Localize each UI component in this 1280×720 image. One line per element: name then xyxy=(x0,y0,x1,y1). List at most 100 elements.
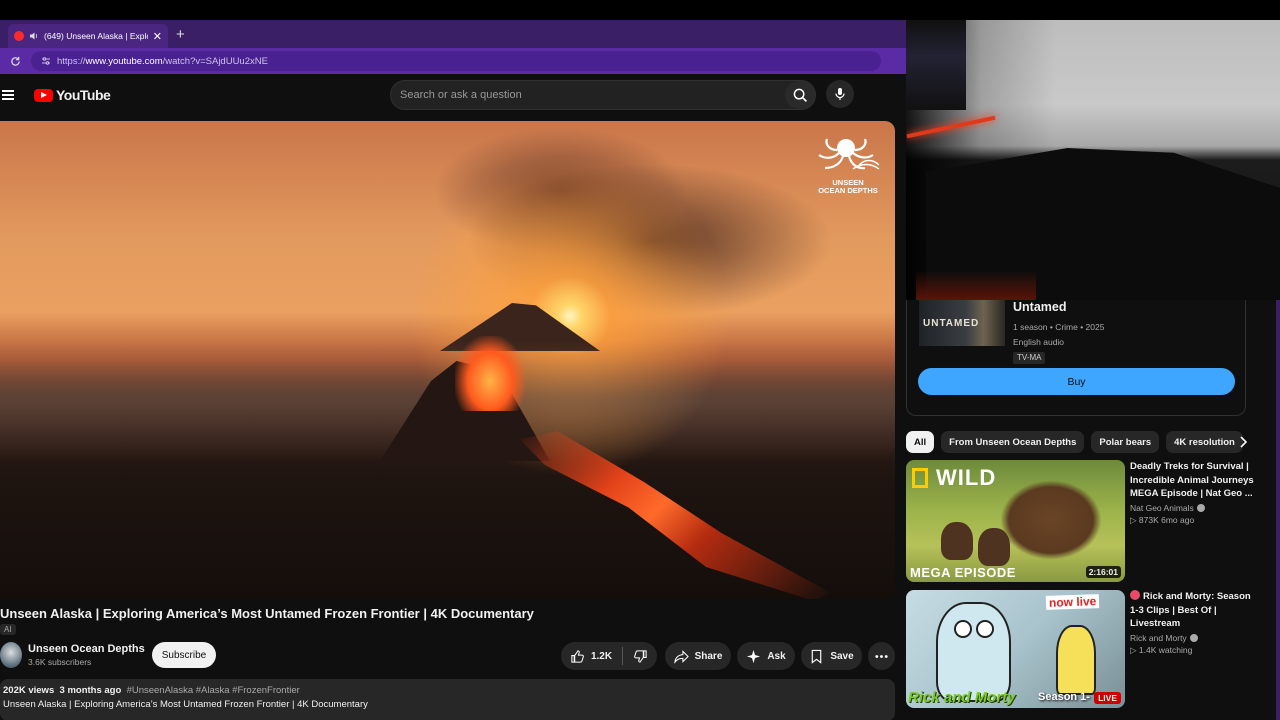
ai-badge: AI xyxy=(0,624,16,635)
thumbs-up-icon[interactable] xyxy=(570,649,585,664)
tab-close-icon[interactable]: ✕ xyxy=(153,30,162,43)
movie-info: 1 season • Crime • 2025 English audio TV… xyxy=(1013,320,1104,365)
video-thumbnail[interactable]: WILD MEGA EPISODE 2:16:01 xyxy=(906,460,1125,582)
thumbnail-title: now live xyxy=(1045,594,1100,610)
reload-icon[interactable] xyxy=(10,56,21,67)
rick-eye-left xyxy=(954,620,972,638)
lava-fountain xyxy=(455,336,525,411)
filter-chips: All From Unseen Ocean Depths Polar bears… xyxy=(906,431,1280,453)
voice-search-button[interactable] xyxy=(826,80,854,108)
window-edge xyxy=(1276,300,1280,720)
recommendation-meta: ▷ 873K 6mo ago xyxy=(1130,514,1195,525)
more-actions-button[interactable] xyxy=(868,642,895,670)
led-strip xyxy=(906,115,996,139)
chip-all[interactable]: All xyxy=(906,431,935,453)
youtube-play-icon xyxy=(34,88,53,102)
youtube-header: YouTube Search or ask a question xyxy=(0,74,906,116)
video-player[interactable]: UNSEEN OCEAN DEPTHS xyxy=(0,121,895,599)
description-text: Unseen Alaska | Exploring America’s Most… xyxy=(3,699,368,710)
octopus-logo-icon xyxy=(818,138,880,170)
search-button[interactable] xyxy=(785,81,815,109)
thumbnail-caption: Season 1- xyxy=(1038,691,1090,703)
search-icon xyxy=(793,88,807,102)
share-button[interactable]: Share xyxy=(665,642,731,670)
save-button[interactable]: Save xyxy=(801,642,862,670)
movie-audio: English audio xyxy=(1013,337,1065,347)
screen-top-bar xyxy=(0,0,1280,20)
recommendation-title-text: Rick and Morty: Season 1-3 Clips | Best … xyxy=(1130,591,1251,629)
chips-next-arrow[interactable] xyxy=(1232,431,1254,453)
recommendation-channel-name[interactable]: Nat Geo Animals xyxy=(1130,503,1194,513)
thumbs-down-icon[interactable] xyxy=(633,649,648,664)
channel-name[interactable]: Unseen Ocean Depths xyxy=(28,643,145,655)
rick-eye-right xyxy=(976,620,994,638)
recommendation-meta: ▷ 1.4K watching xyxy=(1130,644,1193,655)
movie-poster[interactable]: UNTAMED xyxy=(919,300,1005,346)
video-title: Unseen Alaska | Exploring America’s Most… xyxy=(0,606,534,621)
menu-icon[interactable] xyxy=(2,90,14,100)
recommendation-channel-name[interactable]: Rick and Morty xyxy=(1130,633,1187,643)
movie-title[interactable]: Untamed xyxy=(1013,300,1066,314)
url-scheme: https:// xyxy=(57,55,86,67)
recommendation-info: Deadly Treks for Survival | Incredible A… xyxy=(1130,460,1254,526)
search-input[interactable]: Search or ask a question xyxy=(390,80,816,110)
video-thumbnail[interactable]: now live Rick and Morty Season 1- LIVE xyxy=(906,590,1125,708)
url-path: /watch?v=SAjdUUu2xNE xyxy=(162,55,268,67)
view-count: 202K views xyxy=(3,685,55,696)
site-info-icon[interactable] xyxy=(41,56,51,66)
movie-meta: 1 season • Crime • 2025 xyxy=(1013,322,1105,332)
like-dislike-group: 1.2K xyxy=(561,642,657,670)
content-rating-badge: TV-MA xyxy=(1013,352,1046,364)
chevron-right-icon xyxy=(1240,436,1248,448)
like-separator xyxy=(622,647,624,665)
url-host: www.youtube.com xyxy=(85,55,163,67)
tab-youtube[interactable]: (649) Unseen Alaska | Explorin ✕ xyxy=(8,24,168,48)
channel-watermark: UNSEEN OCEAN DEPTHS xyxy=(811,135,885,195)
duration-badge: 2:16:01 xyxy=(1085,566,1121,578)
chip-polar-bears[interactable]: Polar bears xyxy=(1091,431,1160,453)
nat-geo-logo-icon xyxy=(912,468,928,488)
ask-button[interactable]: Ask xyxy=(737,642,795,670)
thumbnail-logo: Rick and Morty xyxy=(908,689,1016,706)
buy-button[interactable]: Buy xyxy=(918,368,1235,395)
description-box[interactable]: 202K views 3 months ago #UnseenAlaska #A… xyxy=(0,679,895,720)
youtube-logo[interactable]: YouTube xyxy=(34,87,111,103)
recommendation-item[interactable]: now live Rick and Morty Season 1- LIVE R… xyxy=(906,590,1280,708)
live-badge: LIVE xyxy=(1094,692,1121,704)
microphone-icon xyxy=(835,88,845,100)
recommendation-info: Rick and Morty: Season 1-3 Clips | Best … xyxy=(1130,590,1254,656)
rick-figure xyxy=(936,602,1011,702)
youtube-logo-text: YouTube xyxy=(56,87,111,103)
ai-badge-label: AI xyxy=(4,625,12,634)
channel-avatar[interactable] xyxy=(0,642,22,668)
recommendation-item[interactable]: WILD MEGA EPISODE 2:16:01 Deadly Treks f… xyxy=(906,460,1280,582)
bookmark-icon xyxy=(812,649,822,664)
recommendation-channel: Nat Geo Animals xyxy=(1130,503,1254,513)
led-glow xyxy=(916,270,1036,300)
thumbnail-title: WILD xyxy=(936,465,997,490)
morty-figure xyxy=(1056,625,1096,695)
ask-label: Ask xyxy=(767,650,786,662)
recommendation-title[interactable]: Rick and Morty: Season 1-3 Clips | Best … xyxy=(1130,590,1254,631)
sparkle-icon xyxy=(747,649,761,663)
movie-offer-card: UNTAMED Untamed 1 season • Crime • 2025 … xyxy=(906,300,1246,416)
browser-window: (649) Unseen Alaska | Explorin ✕ + https… xyxy=(0,20,906,720)
tab-strip: (649) Unseen Alaska | Explorin ✕ + xyxy=(0,20,906,48)
speaker-icon[interactable] xyxy=(29,31,39,41)
new-tab-button[interactable]: + xyxy=(176,26,185,43)
subscriber-count: 3.6K subscribers xyxy=(28,657,92,667)
url-field[interactable]: https://www.youtube.com/watch?v=SAjdUUu2… xyxy=(31,51,881,71)
chip-from-channel[interactable]: From Unseen Ocean Depths xyxy=(941,431,1085,453)
poster-title: UNTAMED xyxy=(923,318,980,329)
like-count[interactable]: 1.2K xyxy=(591,651,612,662)
live-indicator-icon xyxy=(1130,590,1140,600)
recommendation-title[interactable]: Deadly Treks for Survival | Incredible A… xyxy=(1130,460,1254,501)
channel-info: Unseen Ocean Depths 3.6K subscribers xyxy=(0,640,145,670)
more-icon xyxy=(875,654,888,658)
description-meta: 202K views 3 months ago #UnseenAlaska #A… xyxy=(3,685,892,696)
webcam-overlay xyxy=(906,20,1280,300)
tab-title: (649) Unseen Alaska | Explorin xyxy=(44,31,148,41)
address-bar-row: https://www.youtube.com/watch?v=SAjdUUu2… xyxy=(0,48,906,74)
subscribe-button[interactable]: Subscribe xyxy=(152,642,216,668)
hashtags[interactable]: #UnseenAlaska #Alaska #FrozenFrontier xyxy=(127,685,300,696)
